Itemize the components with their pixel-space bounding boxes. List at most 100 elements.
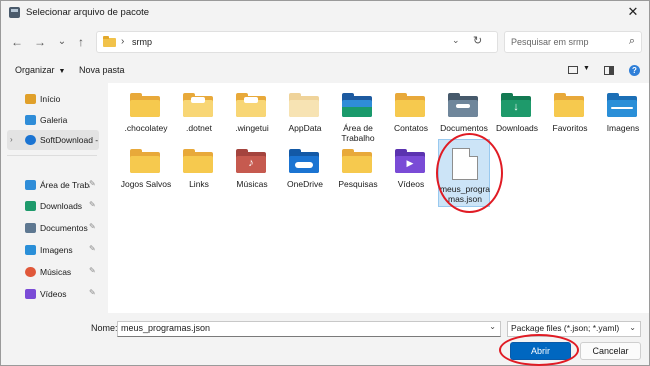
sidebar-item-galeria[interactable]: Galeria [7,110,99,130]
sidebar-item-imagens[interactable]: Imagens ✎ [7,240,99,260]
refresh-icon[interactable]: ↻ [473,34,482,47]
folder-favoritos[interactable]: Favoritos [544,85,596,160]
file-label: Área de Trabalho [341,123,375,143]
caret-down-icon: ▼ [58,68,66,75]
folder-icon [183,93,213,117]
sidebar-item-musicas[interactable]: Músicas ✎ [7,262,99,282]
organize-label: Organizar [15,65,55,75]
pictures-icon [25,245,36,255]
downloads-icon [25,201,36,211]
file-label: .chocolatey [124,123,168,133]
navigation-pane: Início Galeria › SoftDownload - Área de … [1,85,101,313]
sidebar-item-documentos[interactable]: Documentos ✎ [7,218,99,238]
breadcrumb-separator: › [121,36,125,47]
desktop-icon [25,180,36,190]
up-button[interactable]: ↑ [72,33,90,51]
help-icon[interactable]: ? [629,65,640,76]
breadcrumb-current[interactable]: srmp [132,37,152,47]
pin-icon: ✎ [89,244,96,253]
chevron-right-icon[interactable]: › [10,135,13,144]
organize-button[interactable]: Organizar ▼ [15,65,65,75]
filename-value: meus_programas.json [121,323,211,333]
file-type-value: Package files (*.json; *.yaml) [511,323,620,333]
onedrive-folder-icon [289,149,319,173]
file-meus-programas-json[interactable]: meus_programas.json [438,139,490,207]
sidebar-item-label: Documentos [40,223,88,233]
sidebar-item-label: Vídeos [40,289,67,299]
folder-onedrive[interactable]: OneDrive [279,141,331,216]
folder-icon [289,93,319,117]
folder-musicas[interactable]: ♪ Músicas [226,141,278,216]
file-label: .wingetui [235,123,269,133]
filename-input[interactable]: meus_programas.json ⌄ [117,321,501,337]
recent-locations-button[interactable]: ⌄ [53,33,71,51]
pin-icon: ✎ [89,179,96,188]
file-label: Músicas [236,179,268,189]
folder-downloads[interactable]: ↓ Downloads [491,85,543,160]
folder-icon [554,93,584,117]
pin-icon: ✎ [89,266,96,275]
sidebar-item-label: Imagens [40,245,73,255]
navigation-bar: ← → ⌄ ↑ › srmp ⌄ ↻ Pesquisar em srmp ⌕ [1,27,649,57]
folder-jogos-salvos[interactable]: Jogos Salvos [120,141,172,216]
folder-icon [183,149,213,173]
file-label: AppData [288,123,322,133]
sidebar-divider [7,155,97,156]
filename-label: Nome: [91,323,118,333]
folder-links[interactable]: Links [173,141,225,216]
gallery-icon [25,115,36,125]
onedrive-icon [25,135,36,145]
sidebar-item-onedrive[interactable]: › SoftDownload - [7,130,99,150]
command-bar: Organizar ▼ Nova pasta ▼ ? [1,60,649,82]
folder-icon [395,93,425,117]
forward-button[interactable]: → [31,33,49,51]
file-label: Imagens [606,123,640,133]
preview-pane-icon[interactable] [604,66,614,75]
folder-icon [130,149,160,173]
new-folder-button[interactable]: Nova pasta [79,65,125,75]
folder-icon [130,93,160,117]
title-bar: Selecionar arquivo de pacote ✕ [1,1,649,25]
search-input[interactable]: Pesquisar em srmp ⌕ [504,31,642,53]
sidebar-item-label: Músicas [40,267,72,277]
sidebar-item-desktop[interactable]: Área de Traba ✎ [7,175,99,195]
pin-icon: ✎ [89,200,96,209]
close-button[interactable]: ✕ [617,1,649,23]
caret-down-icon[interactable]: ▼ [583,65,590,72]
address-bar[interactable]: › srmp ⌄ ↻ [96,31,498,53]
sidebar-item-inicio[interactable]: Início [7,89,99,109]
desktop-folder-icon [342,93,372,117]
file-label: Jogos Salvos [120,179,172,189]
folder-icon [236,93,266,117]
back-button[interactable]: ← [8,33,26,51]
downloads-folder-icon: ↓ [501,93,531,117]
sidebar-item-label: Downloads [40,201,83,211]
sidebar-item-downloads[interactable]: Downloads ✎ [7,196,99,216]
sidebar-item-videos[interactable]: Vídeos ✎ [7,284,99,304]
videos-folder-icon: ▶ [395,149,425,173]
documents-icon [25,223,36,233]
folder-pesquisas[interactable]: Pesquisas [332,141,384,216]
open-button[interactable]: Abrir [510,342,571,360]
file-label: OneDrive [287,179,323,189]
dialog-title: Selecionar arquivo de pacote [26,7,150,18]
file-label: Pesquisas [338,179,378,189]
folder-imagens[interactable]: Imagens [597,85,649,160]
chevron-down-icon: ⌄ [629,323,636,332]
view-options-icon[interactable] [568,66,578,74]
file-label: Vídeos [397,179,425,189]
documents-folder-icon [448,93,478,117]
chevron-down-icon[interactable]: ⌄ [489,322,496,331]
file-type-select[interactable]: Package files (*.json; *.yaml) ⌄ [507,321,641,337]
folder-videos[interactable]: ▶ Vídeos [385,141,437,216]
chevron-down-icon[interactable]: ⌄ [452,35,460,46]
home-icon [25,94,36,104]
music-folder-icon: ♪ [236,149,266,173]
file-label: Links [189,179,209,189]
file-open-dialog: Selecionar arquivo de pacote ✕ ← → ⌄ ↑ ›… [0,0,650,366]
file-label: Favoritos [552,123,588,133]
cancel-button[interactable]: Cancelar [580,342,641,360]
folder-icon [342,149,372,173]
search-placeholder: Pesquisar em srmp [511,37,589,47]
search-icon: ⌕ [628,35,635,47]
